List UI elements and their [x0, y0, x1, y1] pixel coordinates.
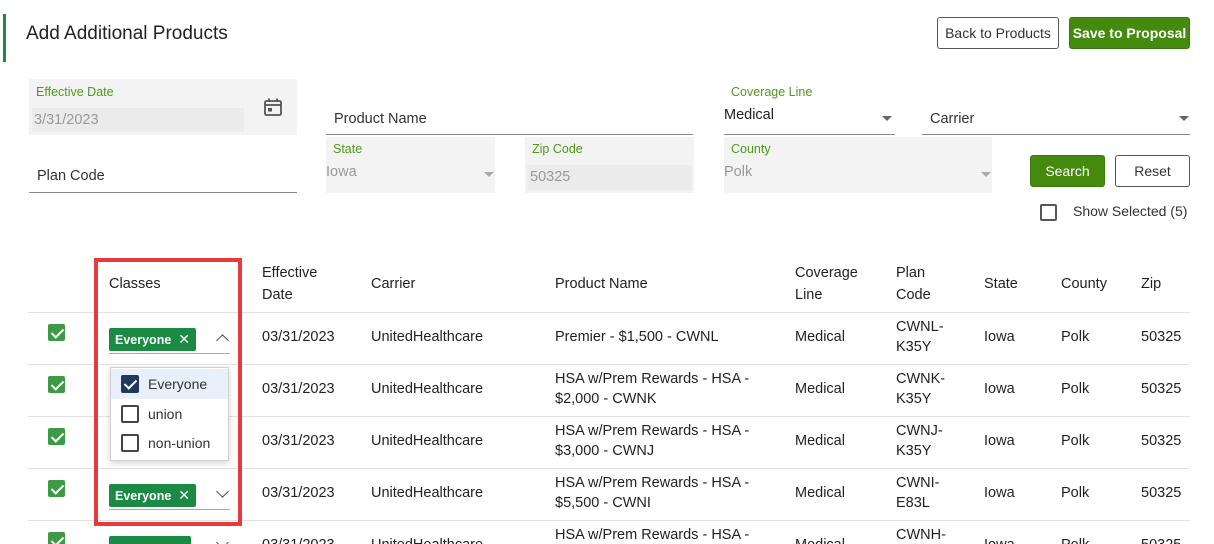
cell-carrier: UnitedHealthcare: [371, 433, 484, 449]
save-to-proposal-button[interactable]: Save to Proposal: [1069, 17, 1190, 49]
cell-coverage-line: Medical: [795, 433, 845, 449]
cell-plan-code: CWNH-: [896, 527, 946, 543]
carrier-caret-icon[interactable]: [1179, 116, 1189, 121]
cell-zip: 50325: [1141, 485, 1182, 501]
back-to-products-button[interactable]: Back to Products: [937, 17, 1059, 49]
class-chip: [109, 536, 191, 544]
cell-plan-code: CWNK- K35Y: [896, 371, 946, 407]
page-title: Add Additional Products: [26, 23, 228, 44]
cell-product-name: HSA w/Prem Rewards - HSA -: [555, 527, 750, 543]
calendar-icon[interactable]: [263, 97, 283, 117]
cell-county: Polk: [1061, 329, 1090, 345]
col-header-zip: Zip: [1141, 276, 1162, 292]
cell-county: Polk: [1061, 535, 1089, 544]
row-select-checkbox[interactable]: [48, 324, 65, 341]
col-header-product-name: Product Name: [555, 276, 648, 292]
col-header-plan-code: Plan Code: [896, 265, 931, 303]
coverage-line-select[interactable]: Medical: [724, 107, 774, 123]
row-select-checkbox[interactable]: [48, 480, 65, 497]
chevron-down-icon[interactable]: [216, 536, 229, 544]
cell-zip: 50325: [1141, 433, 1182, 449]
coverage-line-caret-icon[interactable]: [882, 116, 892, 121]
col-header-county: County: [1061, 276, 1107, 292]
state-caret-icon: [484, 172, 494, 177]
state-label: State: [333, 142, 363, 156]
carrier-select[interactable]: Carrier: [930, 111, 974, 127]
show-selected-label: Show Selected (5): [1073, 203, 1188, 219]
title-accent-bar: [3, 14, 6, 62]
zip-code-input[interactable]: 50325: [530, 169, 570, 185]
col-header-coverage-line: Coverage Line: [795, 265, 858, 303]
add-products-page: Add Additional Products Back to Products…: [0, 0, 1214, 544]
col-header-state: State: [984, 276, 1018, 292]
cell-state: Iowa: [984, 535, 1015, 544]
coverage-line-label: Coverage Line: [731, 85, 813, 99]
cell-state: Iowa: [984, 329, 1015, 345]
cell-state: Iowa: [984, 485, 1015, 501]
cell-carrier: UnitedHealthcare: [371, 535, 483, 544]
product-name-input[interactable]: Product Name: [334, 111, 427, 127]
cell-product-name: HSA w/Prem Rewards - HSA - $2,000 - CWNK: [555, 371, 750, 407]
search-button[interactable]: Search: [1030, 155, 1105, 187]
zip-code-label: Zip Code: [532, 142, 583, 156]
county-select[interactable]: Polk: [724, 164, 752, 180]
cell-effective-date: 03/31/2023: [262, 329, 335, 345]
cell-county: Polk: [1061, 381, 1090, 397]
county-label: County: [731, 142, 771, 156]
cell-plan-code: CWNL- K35Y: [896, 319, 944, 355]
col-header-carrier: Carrier: [371, 276, 416, 292]
cell-plan-code: CWNJ- K35Y: [896, 423, 943, 459]
cell-effective-date: 03/31/2023: [262, 535, 335, 544]
col-header-effective-date: Effective Date: [262, 265, 318, 303]
cell-zip: 50325: [1141, 329, 1182, 345]
effective-date-value: 3/31/2023: [34, 112, 99, 128]
cell-product-name: HSA w/Prem Rewards - HSA - $3,000 - CWNJ: [555, 423, 750, 459]
cell-product-name: Premier - $1,500 - CWNL: [555, 329, 719, 345]
cell-state: Iowa: [984, 433, 1015, 449]
cell-zip: 50325: [1141, 535, 1181, 544]
cell-effective-date: 03/31/2023: [262, 433, 335, 449]
cell-county: Polk: [1061, 433, 1090, 449]
cell-coverage-line: Medical: [795, 381, 845, 397]
cell-effective-date: 03/31/2023: [262, 485, 335, 501]
cell-plan-code: CWNI- E83L: [896, 475, 940, 511]
cell-coverage-line: Medical: [795, 329, 845, 345]
row-select-checkbox[interactable]: [48, 376, 65, 393]
reset-button[interactable]: Reset: [1115, 155, 1190, 187]
cell-product-name: HSA w/Prem Rewards - HSA - $5,500 - CWNI: [555, 475, 750, 511]
row-select-checkbox[interactable]: [48, 532, 65, 544]
county-caret-icon: [981, 172, 991, 177]
cell-zip: 50325: [1141, 381, 1182, 397]
cell-carrier: UnitedHealthcare: [371, 381, 484, 397]
cell-coverage-line: Medical: [795, 535, 845, 544]
show-selected-checkbox[interactable]: [1040, 204, 1057, 221]
state-select[interactable]: Iowa: [326, 164, 357, 180]
cell-effective-date: 03/31/2023: [262, 381, 335, 397]
cell-carrier: UnitedHealthcare: [371, 485, 484, 501]
cell-county: Polk: [1061, 485, 1090, 501]
row-select-checkbox[interactable]: [48, 428, 65, 445]
cell-carrier: UnitedHealthcare: [371, 329, 484, 345]
effective-date-label: Effective Date: [36, 85, 114, 99]
cell-coverage-line: Medical: [795, 485, 845, 501]
plan-code-input[interactable]: Plan Code: [37, 168, 105, 184]
cell-state: Iowa: [984, 381, 1015, 397]
highlight-annotation-box: [94, 258, 242, 526]
